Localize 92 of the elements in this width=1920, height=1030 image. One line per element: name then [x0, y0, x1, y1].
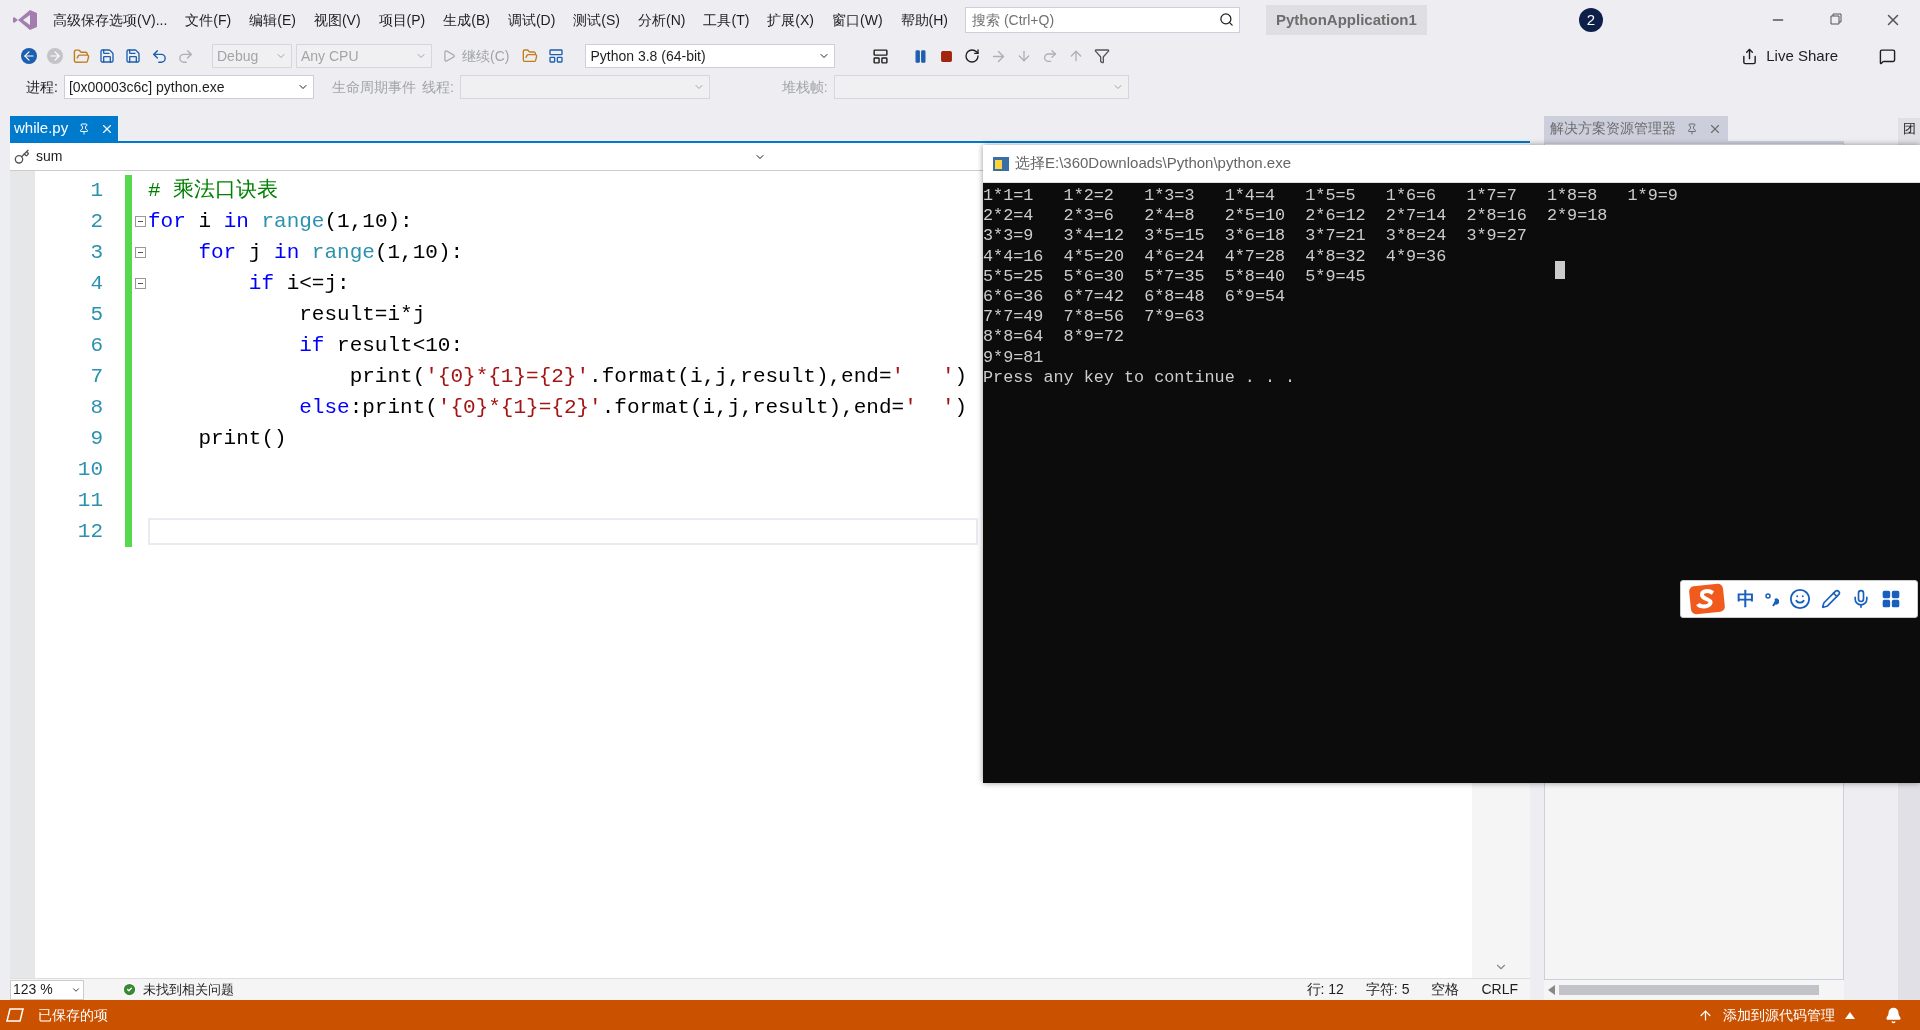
menu-item[interactable]: 窗口(W)	[823, 9, 892, 31]
collapse-icon[interactable]	[134, 247, 146, 258]
logo-icon	[12, 9, 38, 31]
pen-icon[interactable]	[1821, 589, 1841, 609]
window-title: 选择E:\360Downloads\Python\python.exe	[1015, 153, 1291, 174]
code-line: result=i*j	[298, 301, 426, 328]
check-icon	[122, 982, 137, 997]
upload-icon	[1698, 1007, 1713, 1023]
code-line: # 乘法口诀表	[148, 177, 279, 204]
process-dropdown[interactable]: [0x00003c6c] python.exe	[63, 75, 314, 99]
eol-status: CRLF	[1481, 980, 1518, 999]
file-tab[interactable]: while.py	[10, 116, 119, 141]
scrollbar[interactable]	[1559, 985, 1819, 995]
code-line: for i in range(1,10):	[148, 208, 413, 235]
console-line: 6*6=36 6*7=42 6*8=48 6*9=54	[983, 287, 1286, 308]
collapse-icon[interactable]	[134, 216, 146, 227]
menu-item[interactable]: 项目(P)	[369, 9, 435, 31]
menu-item[interactable]: 编辑(E)	[240, 9, 305, 31]
notification-badge[interactable]: 2	[1578, 8, 1603, 32]
process-label: 进程:	[26, 77, 58, 97]
line-number: 10	[76, 456, 104, 483]
console-line: 9*9=81	[983, 347, 1044, 368]
menu-item[interactable]: 测试(S)	[564, 9, 630, 31]
code-line: if result<10:	[298, 332, 464, 359]
grid-icon[interactable]	[1881, 589, 1901, 609]
spaces-status: 空格	[1431, 980, 1460, 999]
source-control-button[interactable]: 添加到源代码管理	[1698, 1004, 1855, 1026]
code-line: print('{0}*{1}={2}'.format(i,j,result),end=' ')	[348, 363, 968, 390]
console-line: 4*4=16 4*5=20 4*6=24 4*7=28 4*8=32 4*9=36	[983, 246, 1447, 267]
punctuation-icon[interactable]	[1765, 591, 1779, 607]
menu-item[interactable]: 视图(V)	[304, 9, 370, 31]
line-number: 8	[89, 394, 104, 421]
play-icon	[442, 49, 456, 63]
member-dropdown[interactable]: sum	[10, 143, 770, 170]
code-line: for j in range(1,10):	[197, 239, 464, 266]
python-icon	[993, 155, 1009, 172]
console-line: 5*5=25 5*6=30 5*7=35 5*8=40 5*9=45	[983, 266, 1366, 287]
menu-item[interactable]: 扩展(X)	[758, 9, 824, 31]
menu-item[interactable]: 生成(B)	[434, 9, 499, 31]
emoji-icon[interactable]	[1789, 588, 1811, 610]
pin-icon[interactable]	[1686, 122, 1698, 135]
ime-logo-icon[interactable]	[1687, 583, 1727, 615]
menu-item[interactable]: 调试(D)	[498, 9, 565, 31]
char-status: 字符: 5	[1365, 980, 1410, 999]
menu-item[interactable]: 工具(T)	[694, 9, 759, 31]
menu-item[interactable]: 分析(N)	[629, 9, 695, 31]
line-number: 6	[89, 332, 104, 359]
caret-icon	[1845, 1011, 1855, 1019]
saved-icon	[6, 1008, 24, 1022]
zoom-dropdown[interactable]: 123 %	[10, 979, 84, 1000]
restore-icon[interactable]	[1828, 13, 1842, 27]
menu-item[interactable]: 文件(F)	[176, 9, 241, 31]
side-tab[interactable]: 团	[1902, 122, 1916, 137]
code-line: if i<=j:	[247, 270, 350, 297]
console-line: 7*7=49 7*8=56 7*9=63	[983, 307, 1205, 328]
console-line: 8*8=64 8*9=72	[983, 327, 1124, 348]
line-number: 4	[89, 270, 104, 297]
microphone-icon[interactable]	[1851, 589, 1871, 609]
search-field[interactable]: 搜索 (Ctrl+Q)	[965, 7, 1240, 33]
issues-status[interactable]: 未找到相关问题	[143, 979, 234, 1000]
code-line: print()	[197, 425, 287, 452]
project-title: PythonApplication1	[1266, 5, 1427, 35]
stack-frame-label: 堆栈帧:	[781, 77, 828, 97]
code-line: else:print('{0}*{1}={2}'.format(i,j,result),end=' ')	[298, 394, 968, 421]
thread-label: 线程:	[421, 77, 454, 97]
line-number: 11	[76, 487, 104, 514]
live-share-button[interactable]: Live Share	[1741, 44, 1838, 68]
console-line: 3*3=9 3*4=12 3*5=15 3*6=18 3*7=21 3*8=24 3*9=27	[983, 226, 1527, 247]
collapse-icon[interactable]	[134, 278, 146, 289]
line-status: 行: 12	[1306, 980, 1344, 999]
line-number: 7	[89, 363, 104, 390]
line-number: 1	[89, 177, 104, 204]
console-line: Press any key to continue . . .	[983, 367, 1296, 389]
console-line: 2*2=4 2*3=6 2*4=8 2*5=10 2*6=12 2*7=14 2*8=16 2*9=18	[983, 206, 1608, 227]
line-number: 3	[89, 239, 104, 266]
share-icon	[1741, 47, 1759, 65]
menu-item[interactable]: 帮助(H)	[891, 9, 957, 31]
status-message: 已保存的项	[38, 1005, 108, 1025]
input-mode-toggle[interactable]: 中	[1737, 585, 1755, 613]
pin-icon[interactable]	[78, 122, 91, 135]
console-line: 1*1=1 1*2=2 1*3=3 1*4=4 1*5=5 1*6=6 1*7=7 1*8=8 1*9=9	[983, 186, 1678, 207]
line-number: 5	[89, 301, 104, 328]
menu-item[interactable]: 高级保存选项(V)...	[44, 9, 177, 31]
environment-dropdown[interactable]: Python 3.8 (64-bit)	[585, 44, 836, 68]
line-number: 9	[89, 425, 104, 452]
text-cursor	[1555, 261, 1565, 279]
scroll-left-icon[interactable]	[1548, 985, 1555, 995]
bell-icon[interactable]	[1885, 1006, 1902, 1024]
search-icon	[1219, 12, 1234, 27]
line-number: 12	[76, 518, 104, 545]
key-icon	[14, 148, 30, 165]
line-number: 2	[89, 208, 104, 235]
